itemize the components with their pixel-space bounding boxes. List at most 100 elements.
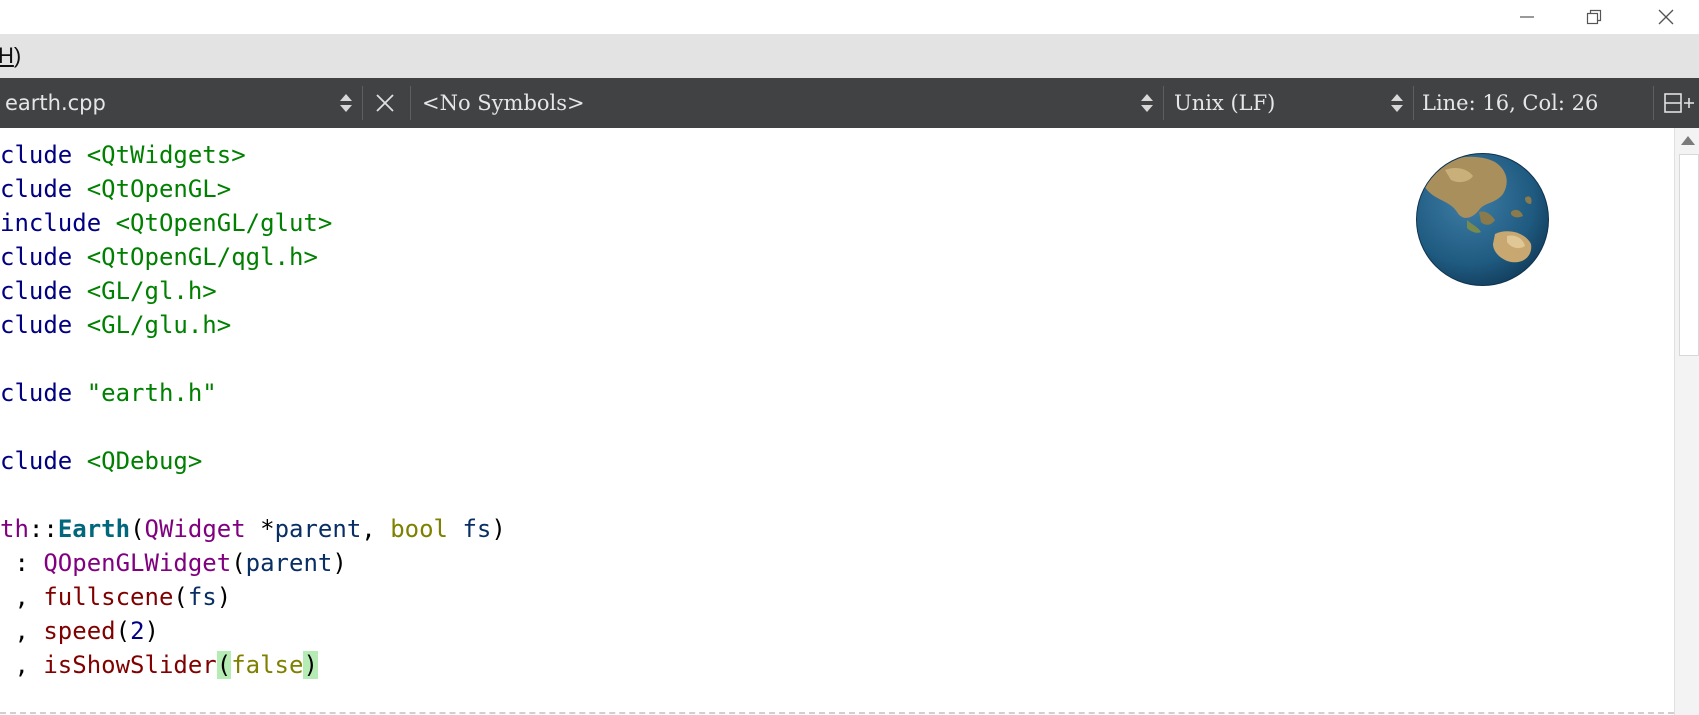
code-token: <GL/gl.h> [86, 277, 217, 305]
code-token: : [0, 549, 44, 577]
code-token: bool [390, 515, 448, 543]
code-line: clude <QDebug> [0, 444, 506, 478]
close-icon [1658, 9, 1674, 25]
close-document-button[interactable] [372, 78, 398, 128]
editor-bottom-border [0, 712, 1674, 714]
line-ending-selector[interactable]: Unix (LF) [1174, 78, 1374, 128]
vertical-scrollbar[interactable] [1674, 128, 1699, 715]
code-token: ( [173, 583, 188, 611]
code-token: parent [274, 515, 362, 543]
window-titlebar [0, 0, 1699, 34]
symbols-label: <No Symbols> [422, 91, 585, 115]
file-selector-updown-icon[interactable] [339, 91, 353, 115]
close-window-button[interactable] [1635, 0, 1697, 34]
split-icon [1664, 93, 1694, 113]
menu-item-help-key: H [0, 43, 14, 68]
code-token: th [0, 515, 29, 543]
code-line: th::Earth(QWidget *parent, bool fs) [0, 512, 506, 546]
code-token: clude [0, 243, 87, 271]
line-ending-updown-icon[interactable] [1390, 91, 1404, 115]
code-token: ( [130, 515, 145, 543]
split-button[interactable] [1662, 78, 1696, 128]
code-token: <QtOpenGL/qgl.h> [86, 243, 318, 271]
code-token: ) [216, 583, 232, 611]
code-token: include [0, 209, 116, 237]
code-token: isShowSlider [43, 651, 217, 679]
symbols-selector[interactable]: <No Symbols> [422, 78, 1122, 128]
code-token: , [0, 583, 44, 611]
code-token: :: [28, 515, 58, 543]
code-token: <QtWidgets> [86, 141, 246, 169]
code-token: clude [0, 175, 87, 203]
code-line: clude <GL/glu.h> [0, 308, 506, 342]
code-token: <QtOpenGL/glut> [115, 209, 333, 237]
code-token: clude [0, 311, 87, 339]
code-token: ( [231, 549, 246, 577]
file-name: earth.cpp [5, 91, 106, 115]
file-selector[interactable]: earth.cpp [5, 78, 355, 128]
code-token: ) [144, 617, 159, 645]
code-token: * [245, 515, 275, 543]
close-document-icon [376, 94, 394, 112]
scroll-up-arrow-icon[interactable] [1681, 136, 1695, 145]
scrollbar-thumb[interactable] [1679, 154, 1699, 356]
code-line: clude <QtOpenGL/qgl.h> [0, 240, 506, 274]
cursor-position[interactable]: Line: 16, Col: 26 [1422, 78, 1662, 128]
code-line: , speed(2) [0, 614, 506, 648]
menu-item-help[interactable]: H) [0, 43, 21, 69]
code-token: false [231, 651, 304, 679]
code-token: fs [462, 515, 492, 543]
code-token: ) [332, 549, 347, 577]
code-token: , [0, 617, 44, 645]
minimize-icon [1520, 16, 1534, 18]
editor-toolbar: earth.cpp <No Symbols> Unix (LF) Line: 1… [0, 78, 1699, 128]
code-line: : QOpenGLWidget(parent) [0, 546, 506, 580]
toolbar-divider [1163, 86, 1164, 120]
code-token: speed [43, 617, 116, 645]
minimize-button[interactable] [1496, 0, 1558, 34]
code-token: fs [187, 583, 217, 611]
earth-globe-icon [1416, 153, 1549, 286]
restore-icon [1586, 9, 1602, 25]
toolbar-divider [410, 86, 411, 120]
code-token: clude [0, 447, 87, 475]
code-token: Earth [57, 515, 131, 543]
menu-item-help-suffix: ) [13, 43, 22, 68]
restore-button[interactable] [1563, 0, 1625, 34]
line-ending-label: Unix (LF) [1174, 91, 1276, 115]
toolbar-divider [1653, 86, 1654, 120]
code-line: clude "earth.h" [0, 376, 506, 410]
code-token: QWidget [144, 515, 246, 543]
code-token: , [0, 651, 44, 679]
code-token: parent [245, 549, 333, 577]
code-token: <QtOpenGL> [86, 175, 232, 203]
code-token: <GL/glu.h> [86, 311, 232, 339]
code-token: clude [0, 379, 87, 407]
code-line: , isShowSlider(false) [0, 648, 506, 682]
code-token: ) [491, 515, 506, 543]
code-token: "earth.h" [86, 379, 217, 407]
toolbar-divider [1413, 86, 1414, 120]
code-token: ( [115, 617, 131, 645]
symbols-updown-icon[interactable] [1140, 91, 1154, 115]
code-token: ( [216, 651, 232, 679]
code-token: QOpenGLWidget [43, 549, 232, 577]
code-token: <QDebug> [86, 447, 203, 475]
code-token: clude [0, 277, 87, 305]
code-line: include <QtOpenGL/glut> [0, 206, 506, 240]
toolbar-divider [362, 86, 363, 120]
code-line: clude <QtOpenGL> [0, 172, 506, 206]
code-token: 2 [130, 617, 145, 645]
code-line: , fullscene(fs) [0, 580, 506, 614]
code-token: ) [303, 651, 318, 679]
code-line: clude <GL/gl.h> [0, 274, 506, 308]
code-token: , [361, 515, 391, 543]
code-token: fullscene [43, 583, 174, 611]
menubar: H) [0, 34, 1699, 78]
code-token: clude [0, 141, 87, 169]
code-text: clude <QtWidgets> clude <QtOpenGL> include… [0, 138, 506, 682]
